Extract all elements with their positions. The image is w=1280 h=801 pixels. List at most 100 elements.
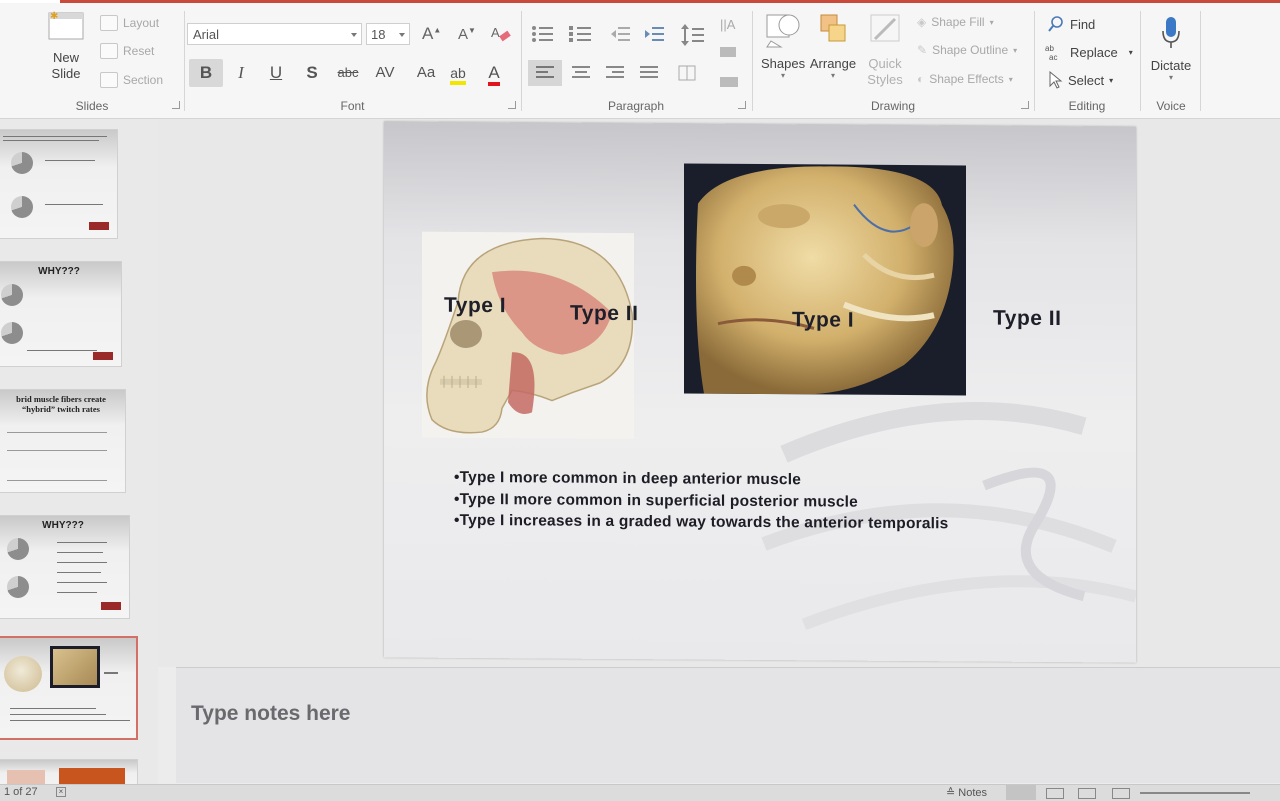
character-spacing-button[interactable]: AV (370, 59, 400, 87)
underline-button[interactable]: U (264, 59, 288, 87)
align-right-icon[interactable] (602, 63, 628, 83)
paragraph-group: ||A Paragraph (522, 3, 750, 118)
bullets-icon[interactable] (530, 23, 560, 45)
paragraph-group-label: Paragraph (607, 99, 665, 113)
thumb-text-line (3, 136, 107, 137)
thumb-text-line (57, 562, 107, 563)
clear-formatting-button[interactable]: A (490, 23, 512, 50)
grow-font-button[interactable]: A▲ (422, 24, 441, 44)
font-launcher-icon[interactable] (508, 101, 516, 109)
reading-view-icon[interactable] (1078, 788, 1096, 799)
shape-fill-button[interactable]: ◈ Shape Fill ▾ (917, 15, 994, 29)
search-icon (1048, 16, 1063, 32)
notes-pane[interactable]: Type notes here (176, 667, 1280, 783)
italic-button[interactable]: I (229, 59, 253, 87)
notes-toggle-button[interactable]: ≙ Notes (946, 786, 987, 799)
drawing-launcher-icon[interactable] (1021, 101, 1029, 109)
highlight-label: ab (450, 65, 466, 85)
face-type1-label: Type I (792, 308, 855, 332)
normal-view-icon[interactable] (1006, 785, 1036, 800)
font-name-value: Arial (193, 27, 220, 42)
editing-group: Find ab ac Replace ▾ Select ▾ Editing (1035, 3, 1139, 118)
font-size-select[interactable]: 18 (366, 23, 410, 45)
select-label: Select (1068, 72, 1105, 88)
facial-dissection-photo[interactable] (684, 163, 966, 396)
quick-styles-button[interactable]: Quick Styles (861, 11, 909, 88)
replace-button[interactable]: ab ac Replace ▾ (1045, 43, 1133, 61)
thumb-title: WHY??? (38, 266, 80, 277)
find-button[interactable]: Find (1047, 15, 1095, 33)
text-direction-icon[interactable]: ||A (718, 13, 744, 39)
replace-label: Replace (1070, 44, 1118, 60)
slide-thumbnail-pane[interactable]: WHY??? brid muscle fibers create “hybrid… (0, 119, 158, 787)
strikethrough-button[interactable]: abc (334, 59, 362, 87)
eraser-icon: A (491, 25, 511, 42)
bullet-list[interactable]: •Type I more common in deep anterior mus… (454, 467, 949, 535)
arrange-icon (820, 14, 846, 42)
highlight-button[interactable]: ab (446, 59, 470, 87)
slide-sorter-icon[interactable] (1046, 788, 1064, 799)
drawing-group: Shapes ▾ Arrange ▾ Quick Styles ◈ Shape … (753, 3, 1033, 118)
thumb-text-line (3, 140, 99, 141)
svg-text:ab: ab (1045, 44, 1054, 53)
shape-effects-button[interactable]: ◐ Shape Effects ▾ (917, 72, 1013, 86)
skull-illustration[interactable] (422, 231, 634, 440)
select-button[interactable]: Select ▾ (1047, 71, 1113, 89)
change-case-button[interactable]: Aa (410, 59, 442, 87)
paragraph-launcher-icon[interactable] (738, 101, 746, 109)
thumb-diagram-line (7, 432, 107, 433)
find-label: Find (1070, 16, 1096, 32)
columns-icon[interactable] (676, 63, 702, 83)
thumb-pie-chart (1, 284, 23, 306)
align-left-button[interactable] (528, 60, 562, 86)
shape-effects-label: Shape Effects (929, 72, 1004, 86)
thumb-title: WHY??? (42, 520, 84, 531)
dictate-label: Dictate (1150, 58, 1192, 73)
slide-counter: 1 of 27 (4, 786, 38, 798)
decrease-indent-icon[interactable] (610, 25, 632, 43)
thumb-title: brid muscle fibers create “hybrid” twitc… (16, 394, 106, 414)
shapes-icon (766, 14, 800, 48)
slide-thumbnail[interactable]: WHY??? (0, 261, 122, 367)
svg-text:A: A (491, 25, 500, 40)
skull-type2-label: Type II (570, 301, 639, 326)
slide-thumbnail-selected[interactable] (0, 636, 138, 740)
font-color-label: A (488, 64, 500, 86)
thumb-diagram-line (7, 450, 107, 451)
bold-button[interactable]: B (189, 59, 223, 87)
slide-thumbnail[interactable]: WHY??? (0, 515, 130, 619)
shrink-font-label: A (458, 26, 469, 43)
thumb-diagram-line (7, 480, 107, 481)
shrink-font-button[interactable]: A▼ (458, 26, 476, 43)
shadow-button[interactable]: S (300, 59, 324, 87)
numbering-icon[interactable] (568, 23, 598, 45)
grow-font-label: A (422, 24, 434, 43)
accessibility-icon[interactable]: × (56, 787, 66, 797)
slide-thumbnail[interactable]: brid muscle fibers create “hybrid” twitc… (0, 389, 126, 493)
smartart-icon[interactable] (718, 43, 744, 91)
slide-thumbnail[interactable] (0, 129, 118, 239)
thumb-logo (89, 222, 109, 230)
thumb-text-line (45, 204, 103, 205)
chevron-down-icon (399, 33, 405, 37)
dictate-button[interactable]: Dictate ▾ (1141, 15, 1201, 82)
thumb-pie-chart (1, 322, 23, 344)
align-center-icon[interactable] (568, 63, 594, 83)
arrange-button[interactable]: Arrange ▾ (809, 11, 857, 80)
increase-indent-icon[interactable] (644, 25, 666, 43)
slide-thumbnail[interactable] (0, 759, 138, 787)
shapes-button[interactable]: Shapes ▾ (761, 11, 805, 80)
thumb-text-line (104, 672, 118, 674)
font-color-button[interactable]: A (482, 59, 506, 87)
slideshow-icon[interactable] (1112, 788, 1130, 799)
line-spacing-icon[interactable] (680, 23, 708, 47)
quick-styles-label: Quick Styles (867, 56, 903, 87)
thumb-text-line (27, 350, 97, 351)
font-name-select[interactable]: Arial (187, 23, 362, 45)
slide-canvas[interactable]: Type I Type II Type I Type II •Type I mo… (384, 121, 1136, 663)
shape-outline-button[interactable]: ✎ Shape Outline ▾ (917, 43, 1017, 57)
notes-placeholder: Type notes here (191, 702, 351, 725)
justify-icon[interactable] (636, 63, 662, 83)
zoom-slider[interactable] (1140, 792, 1250, 794)
thumb-logo (101, 602, 121, 610)
